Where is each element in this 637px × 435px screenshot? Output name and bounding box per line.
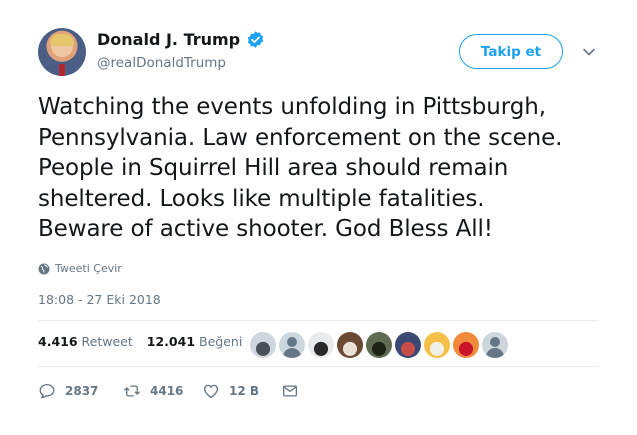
reply-icon xyxy=(39,383,55,399)
tweet-text-line: Pennsylvania. Law enforcement on the sce… xyxy=(38,124,563,151)
liker-avatar[interactable] xyxy=(424,332,450,358)
liker-avatar[interactable] xyxy=(395,332,421,358)
tweet-card: Donald J. Trump @realDonaldTrump Takip e… xyxy=(0,0,637,435)
liker-avatar[interactable] xyxy=(279,332,305,358)
translate-label: Tweeti Çevir xyxy=(55,262,122,275)
liker-avatars xyxy=(250,332,508,358)
like-stat-label[interactable]: Beğeni xyxy=(199,334,242,349)
tweet-actions: 2837 4416 12 B xyxy=(38,382,299,400)
liker-avatar[interactable] xyxy=(453,332,479,358)
direct-message-button[interactable] xyxy=(281,382,299,400)
tweet-text-line: People in Squirrel Hill area should rema… xyxy=(38,155,509,181)
heart-icon xyxy=(203,384,219,399)
retweet-stat-label[interactable]: Retweet xyxy=(82,334,133,349)
retweet-stat-value[interactable]: 4.416 xyxy=(38,334,78,349)
like-stat-value[interactable]: 12.041 xyxy=(147,334,195,349)
retweet-icon xyxy=(124,385,140,397)
tweet-timestamp[interactable]: 18:08 - 27 Eki 2018 xyxy=(38,292,161,307)
retweet-button[interactable]: 4416 xyxy=(123,382,202,400)
tweet-text-line: Watching the events unfolding in Pittsbu… xyxy=(38,94,546,120)
reply-count: 2837 xyxy=(65,384,99,398)
liker-avatar[interactable] xyxy=(308,332,334,358)
follow-button[interactable]: Takip et xyxy=(459,34,563,69)
avatar[interactable] xyxy=(38,28,86,76)
like-button[interactable]: 12 B xyxy=(202,382,281,400)
divider xyxy=(38,366,599,367)
reply-button[interactable]: 2837 xyxy=(38,382,123,400)
tweet-text: Watching the events unfolding in Pittsbu… xyxy=(38,92,618,245)
liker-avatar[interactable] xyxy=(250,332,276,358)
envelope-icon xyxy=(282,385,298,397)
liker-avatar[interactable] xyxy=(482,332,508,358)
verified-badge-icon xyxy=(247,31,264,48)
chevron-down-icon[interactable] xyxy=(581,44,597,60)
retweet-count: 4416 xyxy=(150,384,184,398)
translate-tweet-link[interactable]: Tweeti Çevir xyxy=(38,262,122,275)
divider xyxy=(38,320,599,321)
liker-avatar[interactable] xyxy=(366,332,392,358)
like-count: 12 B xyxy=(229,384,260,398)
tweet-text-line: sheltered. Looks like multiple fatalitie… xyxy=(38,185,485,212)
tweet-text-line: Beware of active shooter. God Bless All! xyxy=(38,216,493,242)
globe-icon xyxy=(38,263,50,274)
tweet-stats: 4.416 Retweet 12.041 Beğeni xyxy=(38,334,252,349)
author-display-name[interactable]: Donald J. Trump xyxy=(97,30,240,49)
author-name-row: Donald J. Trump xyxy=(97,30,265,49)
author-handle[interactable]: @realDonaldTrump xyxy=(97,55,226,71)
liker-avatar[interactable] xyxy=(337,332,363,358)
